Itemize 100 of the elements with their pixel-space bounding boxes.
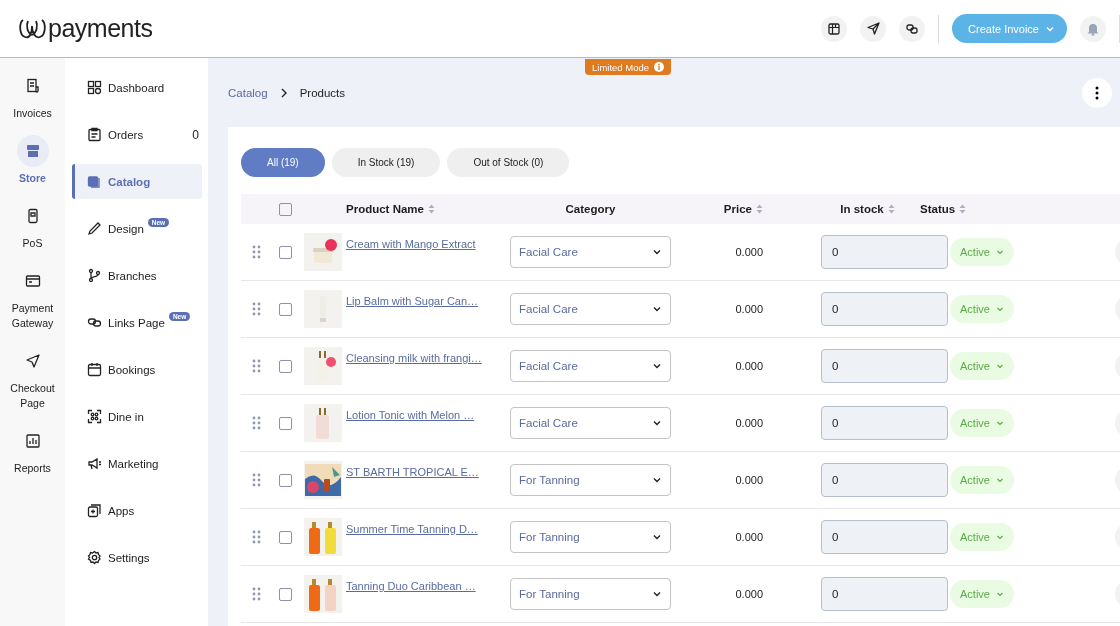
product-name-link[interactable]: Cream with Mango Extract	[346, 238, 476, 250]
sidebar-item[interactable]: Settings	[72, 540, 202, 575]
row-checkbox[interactable]	[279, 587, 292, 601]
clipboard-icon	[87, 127, 102, 142]
category-select[interactable]: Facial Care	[510, 236, 671, 268]
rail-item[interactable]: Store	[2, 135, 63, 186]
chevron-down-icon	[652, 361, 662, 371]
stock-input[interactable]: 0	[821, 520, 948, 554]
product-name-link[interactable]: ST BARTH TROPICAL E…	[346, 466, 479, 478]
product-name-link[interactable]: Lip Balm with Sugar Can…	[346, 295, 479, 307]
drag-handle-icon[interactable]	[251, 302, 261, 316]
chart-icon	[24, 433, 41, 449]
price-text: 0.000	[735, 303, 763, 315]
row-checkbox[interactable]	[279, 416, 292, 430]
row-checkbox[interactable]	[279, 359, 292, 373]
price-text: 0.000	[735, 531, 763, 543]
breadcrumb-link[interactable]: Catalog	[228, 86, 268, 99]
drag-handle-icon[interactable]	[251, 530, 261, 544]
chevron-down-icon	[995, 533, 1004, 541]
link-icon	[87, 315, 102, 330]
sort-icon[interactable]	[887, 204, 895, 214]
rail-item[interactable]: Invoices	[2, 70, 63, 121]
grid-icon	[87, 80, 102, 95]
sidebar-item[interactable]: Dashboard	[72, 70, 202, 105]
logo-text: payments	[48, 14, 153, 43]
stock-input[interactable]: 0	[821, 577, 948, 611]
drag-handle-icon[interactable]	[251, 359, 261, 373]
info-icon	[654, 62, 665, 72]
sidebar-item[interactable]: Orders 0	[72, 117, 202, 152]
price-text: 0.000	[735, 417, 763, 429]
sidebar-item[interactable]: Dine in	[72, 399, 202, 434]
row-checkbox[interactable]	[279, 530, 292, 544]
column-header: Price	[723, 203, 752, 215]
chevron-down-icon	[652, 532, 662, 542]
product-name-link[interactable]: Cleansing milk with frangi…	[346, 352, 482, 364]
product-name-link[interactable]: Summer Time Tanning D…	[346, 523, 478, 535]
stock-input[interactable]: 0	[821, 292, 948, 326]
sidebar-item[interactable]: Marketing	[72, 446, 202, 481]
column-header: Category	[565, 203, 616, 215]
stock-input[interactable]: 0	[821, 463, 948, 497]
calendar-icon	[87, 362, 102, 377]
sort-icon[interactable]	[959, 204, 967, 214]
product-name-link[interactable]: Lotion Tonic with Melon …	[346, 409, 475, 421]
category-select[interactable]: For Tanning	[510, 521, 671, 553]
row-checkbox[interactable]	[279, 302, 292, 316]
product-name-link[interactable]: Tanning Duo Caribbean …	[346, 580, 476, 592]
price-text: 0.000	[735, 474, 763, 486]
category-select[interactable]: For Tanning	[510, 578, 671, 610]
stock-input[interactable]: 0	[821, 406, 948, 440]
order-count: 0	[192, 127, 199, 142]
category-select[interactable]: Facial Care	[510, 407, 671, 439]
chevron-down-icon	[995, 362, 1004, 370]
sidebar-item[interactable]: Catalog	[72, 164, 202, 199]
chevron-down-icon	[995, 419, 1004, 427]
category-select[interactable]: Facial Care	[510, 350, 671, 382]
send-button[interactable]	[860, 15, 887, 42]
select-all-checkbox[interactable]	[279, 202, 292, 216]
category-select[interactable]: Facial Care	[510, 293, 671, 325]
sidebar-item[interactable]: Apps	[72, 493, 202, 528]
column-header: Product Name	[346, 203, 424, 215]
row-checkbox[interactable]	[279, 473, 292, 487]
rail-item[interactable]: Payment Gateway	[2, 265, 63, 331]
megaphone-icon	[87, 456, 102, 471]
rail-item[interactable]: PoS	[2, 200, 63, 251]
send-icon	[24, 353, 41, 369]
send-icon	[865, 21, 881, 36]
stock-input[interactable]: 0	[821, 235, 948, 269]
filter-tab[interactable]: In Stock (19)	[331, 148, 441, 177]
sidebar-item[interactable]: Branches	[72, 258, 202, 293]
chevron-down-icon	[995, 590, 1004, 598]
filter-tab[interactable]: Out of Stock (0)	[447, 148, 570, 177]
logo-icon	[18, 16, 48, 41]
scan-icon	[87, 409, 102, 424]
notification-button[interactable]	[1080, 15, 1106, 42]
rail-item[interactable]: Reports	[2, 425, 63, 476]
drag-handle-icon[interactable]	[251, 416, 261, 430]
category-select[interactable]: For Tanning	[510, 464, 671, 496]
settings-icon	[87, 550, 102, 565]
drag-handle-icon[interactable]	[251, 245, 261, 259]
row-checkbox[interactable]	[279, 245, 292, 259]
more-button[interactable]	[1082, 77, 1112, 108]
link-button[interactable]	[899, 15, 926, 42]
sort-icon[interactable]	[427, 204, 435, 214]
more-icon	[1095, 85, 1099, 100]
price-text: 0.000	[735, 588, 763, 600]
cards-icon	[87, 174, 102, 189]
filter-tab[interactable]: All (19)	[241, 148, 325, 177]
drag-handle-icon[interactable]	[251, 473, 261, 487]
limited-mode-badge: Limited Mode	[585, 59, 672, 75]
drag-handle-icon[interactable]	[251, 587, 261, 601]
chevron-down-icon	[652, 247, 662, 257]
brush-icon	[87, 221, 102, 236]
rail-item[interactable]: Checkout Page	[2, 345, 63, 411]
store-button[interactable]	[821, 15, 848, 42]
chevron-down-icon	[995, 476, 1004, 484]
sidebar-item[interactable]: Bookings	[72, 352, 202, 387]
invoice-icon	[24, 78, 41, 94]
stock-input[interactable]: 0	[821, 349, 948, 383]
sort-icon[interactable]	[756, 204, 763, 214]
chevron-down-icon	[652, 418, 662, 428]
